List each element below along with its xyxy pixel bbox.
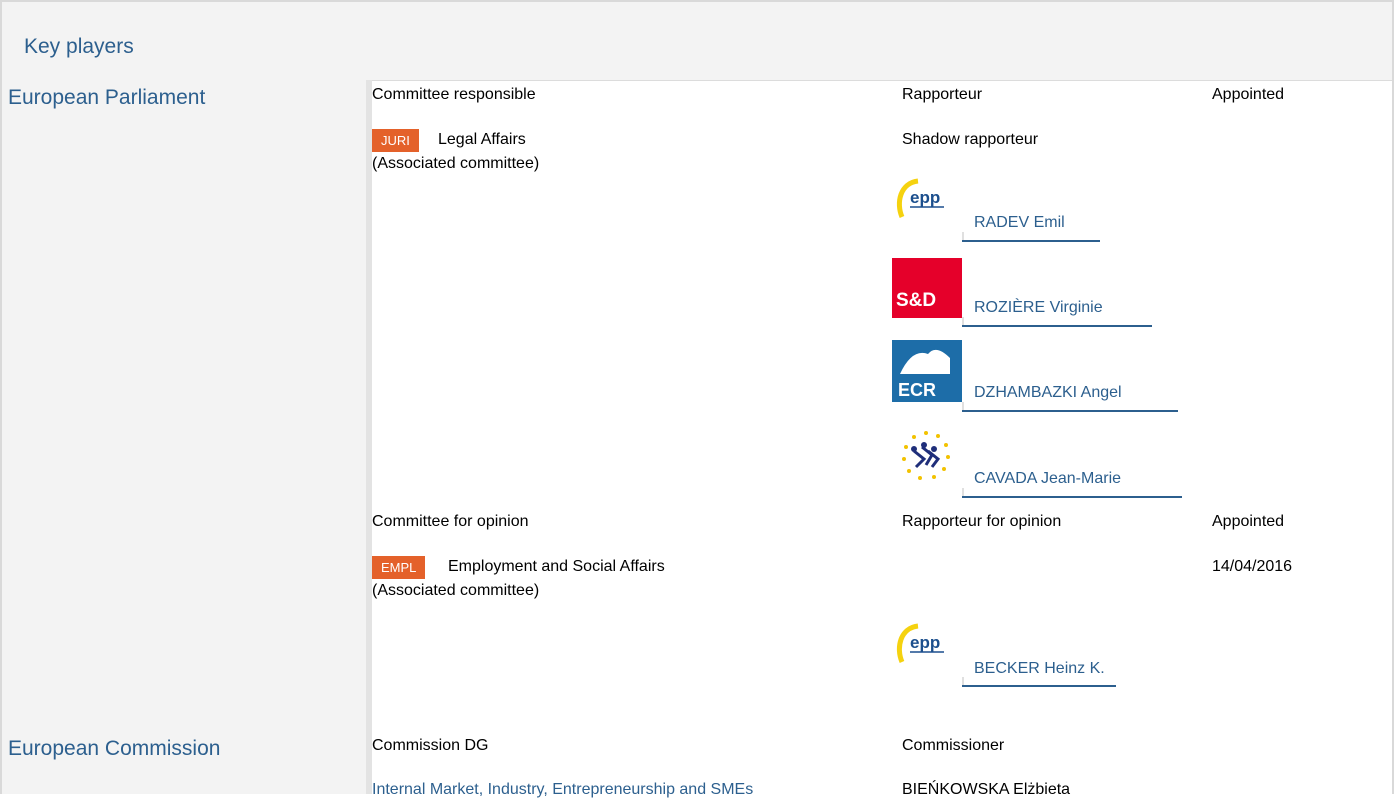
associated-committee-note: (Associated committee) [372, 582, 540, 599]
svg-text:S&D: S&D [896, 290, 936, 311]
svg-text:epp: epp [910, 188, 940, 207]
col-commissioner: Commissioner [902, 737, 1005, 754]
left-column [2, 80, 368, 794]
shadow-rapporteur-label: Shadow rapporteur [902, 131, 1039, 148]
sd-logo-icon: S&D [892, 258, 962, 328]
shadow-rapporteur-link[interactable]: CAVADA Jean-Marie [974, 470, 1121, 488]
col-rapporteur: Rapporteur [902, 86, 983, 103]
section-title-parliament: European Parliament [8, 86, 206, 109]
shadow-rapporteur-link[interactable]: DZHAMBAZKI Angel [974, 384, 1122, 402]
committee-badge-juri[interactable]: JURI [372, 129, 419, 152]
epp-logo-icon: epp [892, 618, 962, 688]
col-committee-opinion: Committee for opinion [372, 513, 529, 530]
alde-logo-icon [892, 425, 962, 495]
appointed-date: 14/04/2016 [1212, 558, 1293, 575]
committee-name: Employment and Social Affairs [448, 558, 665, 575]
section-title-commission: European Commission [8, 737, 221, 760]
page-title: Key players [24, 35, 134, 58]
svg-text:ECR: ECR [898, 380, 936, 400]
committee-badge-empl[interactable]: EMPL [372, 556, 426, 579]
col-rapporteur-opinion: Rapporteur for opinion [902, 513, 1062, 530]
commissioner-name: BIEŃKOWSKA Elżbieta [902, 781, 1071, 798]
committee-name: Legal Affairs [438, 131, 526, 148]
column-divider [366, 80, 372, 794]
associated-committee-note: (Associated committee) [372, 155, 540, 172]
col-commission-dg: Commission DG [372, 737, 489, 754]
col-appointed-opinion: Appointed [1212, 513, 1285, 530]
ecr-logo-icon: ECR [892, 340, 962, 410]
key-players-header: Key players [2, 2, 1392, 81]
commission-dg-link[interactable]: Internal Market, Industry, Entrepreneurs… [372, 781, 753, 799]
col-appointed: Appointed [1212, 86, 1285, 103]
epp-logo-icon: epp [892, 173, 962, 243]
svg-text:epp: epp [910, 633, 940, 652]
shadow-rapporteur-link[interactable]: RADEV Emil [974, 214, 1065, 232]
shadow-rapporteur-link[interactable]: ROZIÈRE Virginie [974, 299, 1103, 317]
opinion-rapporteur-link[interactable]: BECKER Heinz K. [974, 660, 1105, 678]
col-committee-responsible: Committee responsible [372, 86, 536, 103]
